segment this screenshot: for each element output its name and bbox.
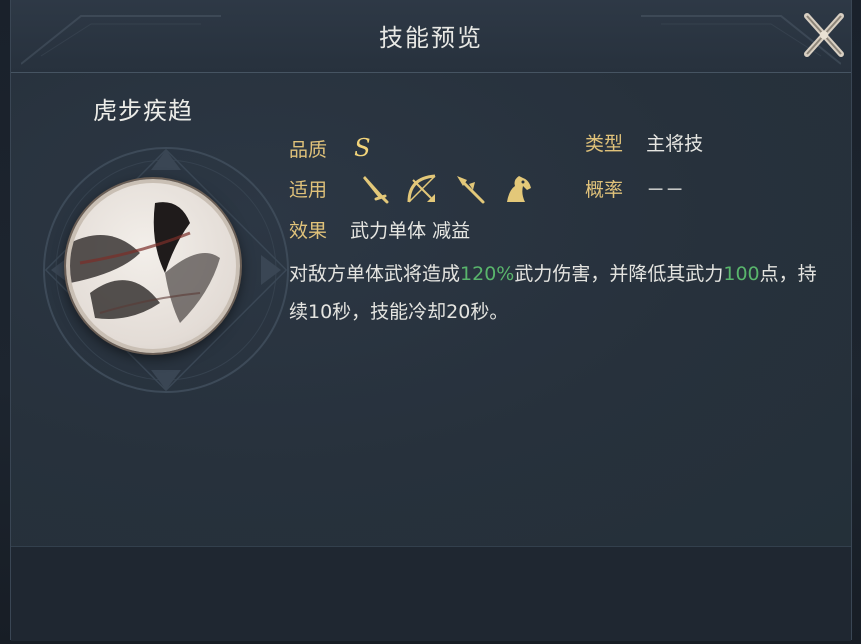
skill-description: 对敌方单体武将造成120%武力伤害，并降低其武力100点，持续10秒，技能冷却2… <box>289 255 829 331</box>
quality-label: 品质 <box>289 139 328 161</box>
rate-value: －－ <box>646 179 685 201</box>
type-row: 类型 主将技 <box>585 129 703 159</box>
type-value: 主将技 <box>646 133 704 155</box>
skill-content: 虎步疾趋 品质 S 类型 主将技 适用 概率 －－ 效果 武力单体 减益 对敌方… <box>11 73 851 546</box>
effect-value: 武力单体 减益 <box>350 220 471 242</box>
dialog-footer <box>11 546 851 641</box>
effect-label: 效果 <box>289 220 328 242</box>
spear-icon <box>457 176 485 204</box>
damage-percent-highlight: 120% <box>460 263 515 285</box>
description-text: 对敌方单体武将造成 <box>289 263 461 285</box>
skill-art-image <box>70 202 220 323</box>
applicable-label: 适用 <box>289 179 328 201</box>
skill-name: 虎步疾趋 <box>93 97 193 125</box>
description-text: 武力伤害，并降低其武力 <box>514 263 724 285</box>
quality-value: S <box>354 134 371 162</box>
quality-row: 品质 S <box>289 133 371 163</box>
close-button[interactable] <box>797 6 851 64</box>
effect-row: 效果 武力单体 减益 <box>289 216 470 246</box>
horse-icon <box>507 176 531 202</box>
skill-portrait <box>66 179 240 353</box>
screen-background: 技能预览 虎步疾趋 品质 S 类型 主将技 适用 概率 －－ 效果 武力单体 减… <box>0 0 861 644</box>
close-x-icon <box>804 13 844 57</box>
bow-icon <box>407 174 436 203</box>
applicable-row: 适用 <box>289 175 327 205</box>
dialog-header: 技能预览 <box>11 0 851 73</box>
sword-icon <box>363 176 389 204</box>
rate-row: 概率 －－ <box>585 175 684 205</box>
dialog-title: 技能预览 <box>379 24 483 52</box>
skill-preview-dialog: 技能预览 虎步疾趋 品质 S 类型 主将技 适用 概率 －－ 效果 武力单体 减… <box>10 0 852 641</box>
rate-label: 概率 <box>585 179 624 201</box>
type-label: 类型 <box>585 133 624 155</box>
force-reduction-highlight: 100 <box>723 263 760 285</box>
